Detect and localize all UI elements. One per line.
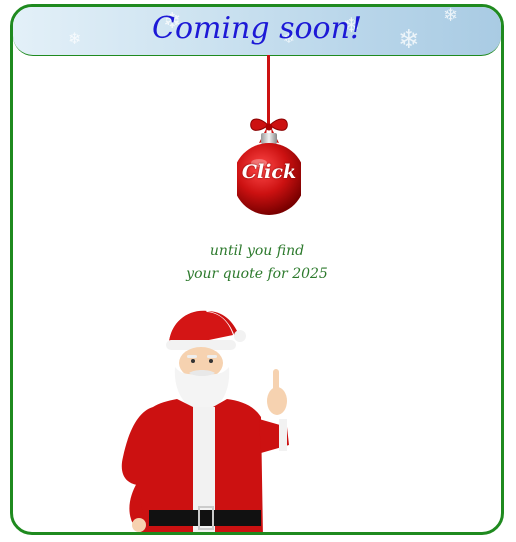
tagline-line-1: until you find — [209, 243, 305, 259]
page-title: Coming soon! — [151, 11, 362, 46]
ornament-label: Click — [241, 161, 297, 183]
christmas-ornament-icon — [233, 55, 305, 215]
header-banner: ❄ ❄ ❄ ❄ ❄ ❄ Coming soon! — [13, 7, 501, 56]
page-frame: ❄ ❄ ❄ ❄ ❄ ❄ Coming soon! Click until you… — [10, 4, 504, 535]
tagline: until you find your quote for 2025 — [13, 240, 501, 286]
click-ornament-button[interactable]: Click — [233, 55, 305, 220]
santa-claus-illustration — [121, 310, 289, 532]
tagline-line-2: your quote for 2025 — [186, 266, 328, 282]
